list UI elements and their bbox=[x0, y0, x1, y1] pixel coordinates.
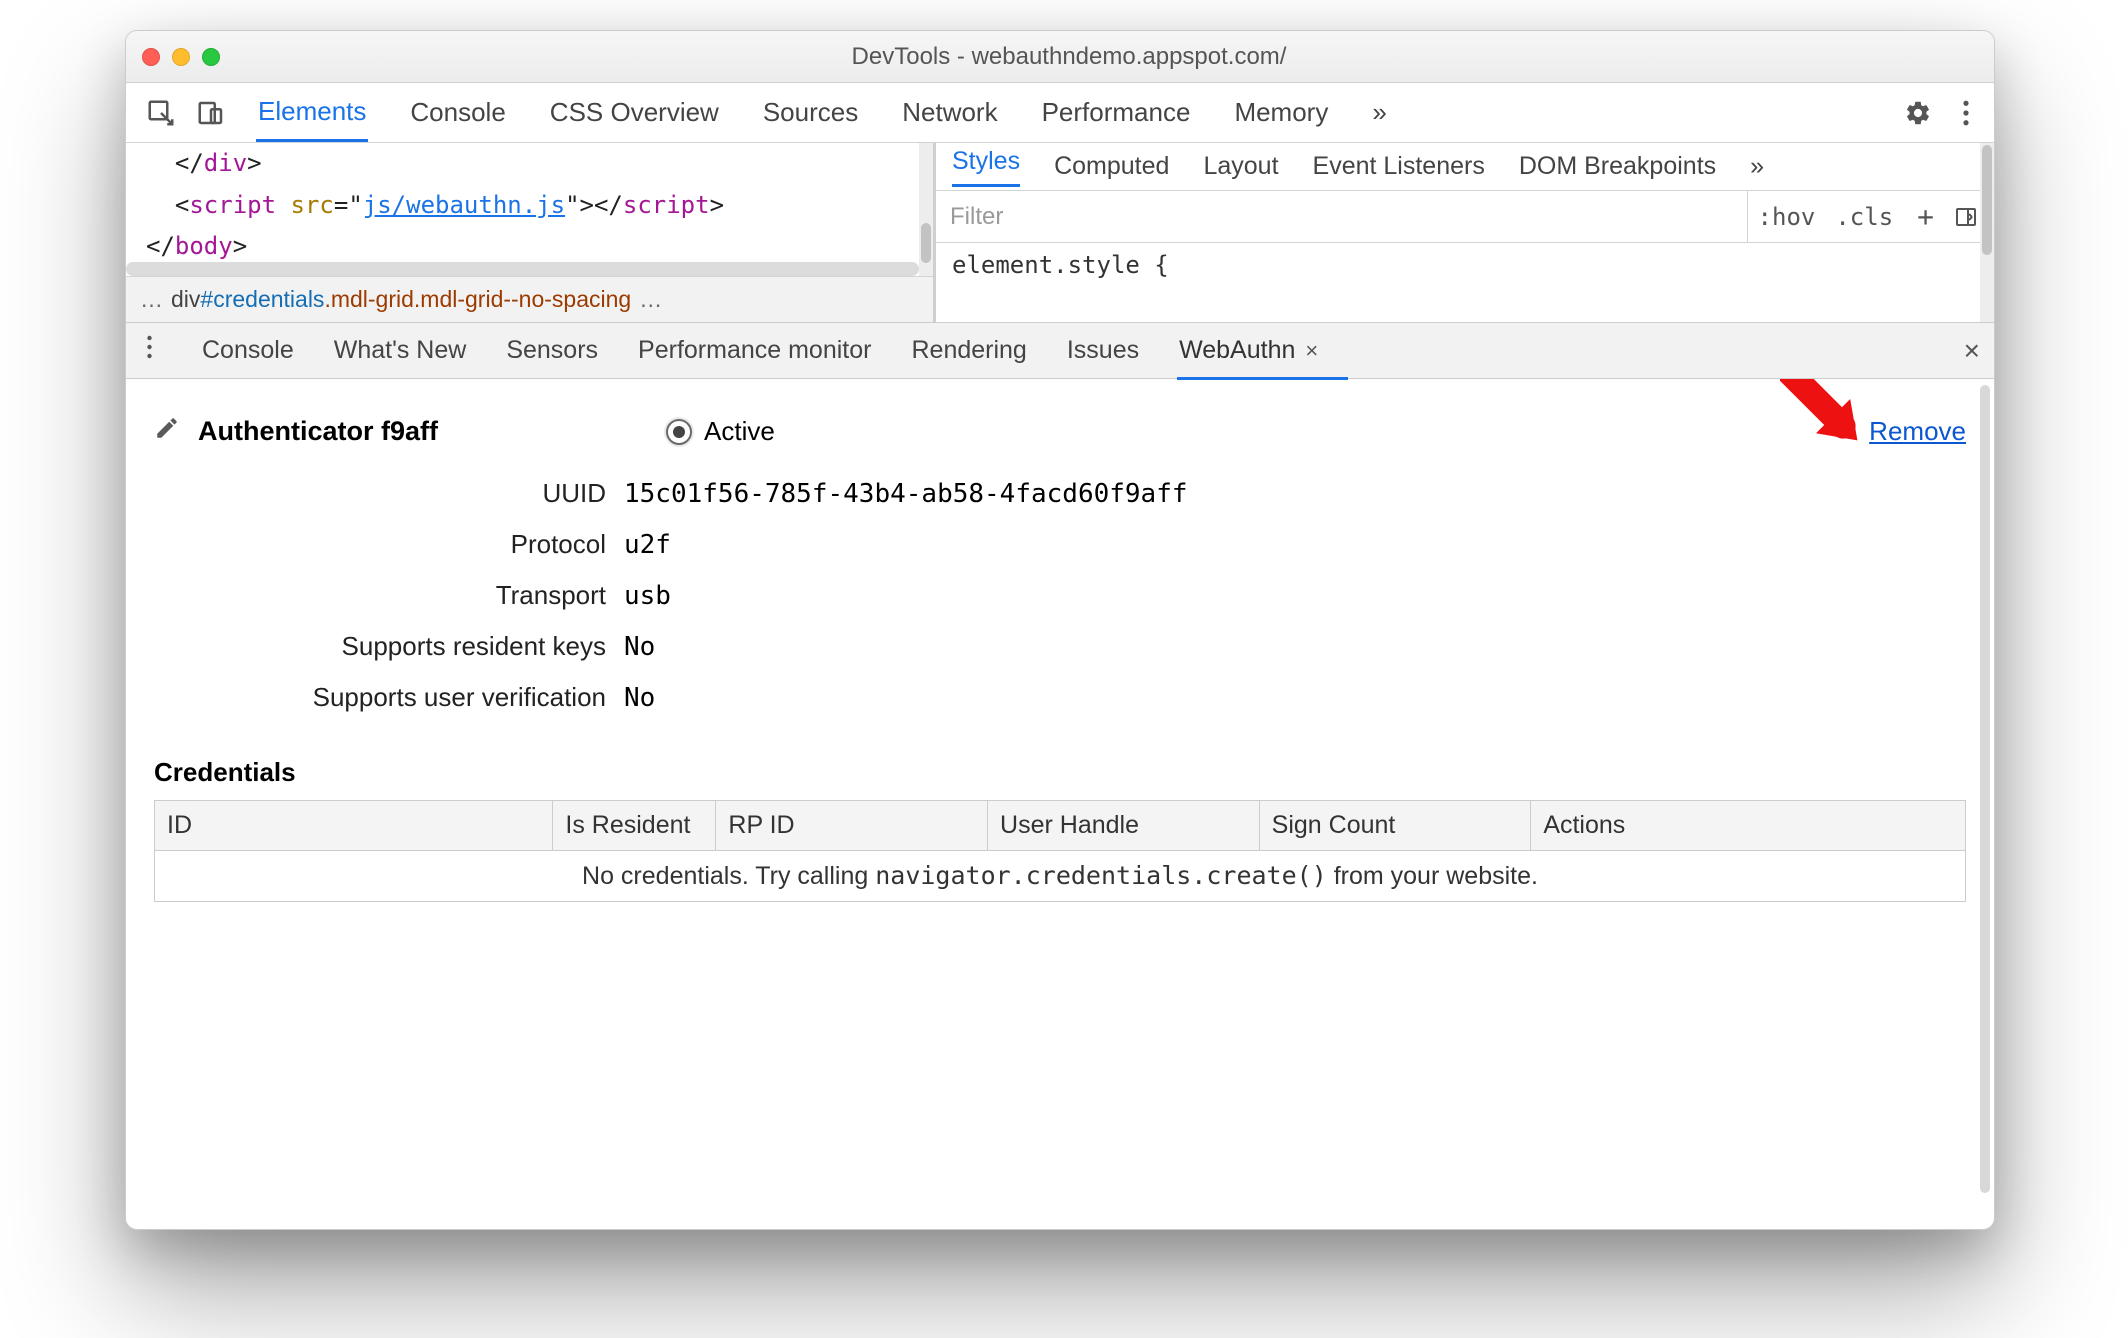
credentials-empty-row: No credentials. Try calling navigator.cr… bbox=[155, 851, 1966, 902]
close-drawer-icon[interactable]: × bbox=[1964, 335, 1980, 367]
styles-filter-input[interactable] bbox=[936, 191, 1748, 242]
window-title: DevTools - webauthndemo.appspot.com/ bbox=[220, 43, 1918, 71]
authenticator-title: Authenticator f9aff bbox=[198, 416, 438, 447]
tab-performance[interactable]: Performance bbox=[1040, 85, 1193, 140]
computed-sidebar-toggle-icon[interactable] bbox=[1948, 203, 1984, 231]
prop-value-protocol: u2f bbox=[624, 530, 1966, 560]
elements-panel: </div> <script src="js/webauthn.js"></sc… bbox=[126, 143, 1994, 323]
breadcrumb-overflow-right[interactable]: … bbox=[631, 286, 670, 313]
col-actions: Actions bbox=[1531, 801, 1966, 851]
code-line: </div> bbox=[126, 143, 933, 185]
empty-text-prefix: No credentials. Try calling bbox=[582, 862, 875, 890]
empty-text-suffix: from your website. bbox=[1327, 862, 1538, 890]
radio-icon bbox=[666, 419, 692, 445]
element-style-rule[interactable]: element.style { bbox=[936, 243, 1994, 287]
prop-value-rk: No bbox=[624, 632, 1966, 662]
prop-label-rk: Supports resident keys bbox=[154, 631, 624, 662]
webauthn-panel: Authenticator f9aff Active Remove UUID 1… bbox=[126, 379, 1994, 1229]
tabs-overflow-icon[interactable]: » bbox=[1370, 85, 1388, 140]
drawer-tab-webauthn-label: WebAuthn bbox=[1179, 336, 1295, 364]
main-tabs: Elements Console CSS Overview Sources Ne… bbox=[256, 84, 1389, 142]
vertical-scrollbar[interactable] bbox=[919, 143, 933, 276]
col-rp-id: RP ID bbox=[716, 801, 988, 851]
styles-tab-dom-breakpoints[interactable]: DOM Breakpoints bbox=[1519, 152, 1716, 181]
window-titlebar: DevTools - webauthndemo.appspot.com/ bbox=[126, 31, 1994, 83]
empty-text-code: navigator.credentials.create() bbox=[875, 861, 1327, 890]
styles-filter-row: :hov .cls + bbox=[936, 191, 1994, 243]
tab-sources[interactable]: Sources bbox=[761, 85, 860, 140]
col-id: ID bbox=[155, 801, 553, 851]
active-label: Active bbox=[704, 416, 775, 447]
inspect-element-icon[interactable] bbox=[136, 93, 186, 133]
code-line: <script src="js/webauthn.js"></script> bbox=[126, 185, 933, 227]
active-radio[interactable]: Active bbox=[666, 416, 775, 447]
zoom-window-button[interactable] bbox=[202, 48, 220, 66]
drawer-more-icon[interactable] bbox=[136, 335, 162, 366]
drawer-tab-sensors[interactable]: Sensors bbox=[506, 324, 598, 377]
prop-value-uv: No bbox=[624, 683, 1966, 713]
drawer-tabbar: Console What's New Sensors Performance m… bbox=[126, 323, 1994, 379]
styles-tabs: Styles Computed Layout Event Listeners D… bbox=[936, 143, 1994, 191]
tab-network[interactable]: Network bbox=[900, 85, 999, 140]
drawer-tab-whats-new[interactable]: What's New bbox=[334, 324, 467, 377]
breadcrumb-overflow-left[interactable]: … bbox=[132, 286, 171, 313]
styles-tab-layout[interactable]: Layout bbox=[1203, 152, 1278, 181]
tab-css-overview[interactable]: CSS Overview bbox=[548, 85, 721, 140]
prop-value-uuid: 15c01f56-785f-43b4-ab58-4facd60f9aff bbox=[624, 479, 1966, 509]
col-sign-count: Sign Count bbox=[1259, 801, 1531, 851]
cls-toggle[interactable]: .cls bbox=[1825, 203, 1903, 231]
prop-label-uv: Supports user verification bbox=[154, 682, 624, 713]
minimize-window-button[interactable] bbox=[172, 48, 190, 66]
vertical-scrollbar[interactable] bbox=[1980, 143, 1994, 322]
more-options-icon[interactable] bbox=[1948, 95, 1984, 131]
remove-authenticator-link[interactable]: Remove bbox=[1869, 416, 1966, 447]
horizontal-scrollbar[interactable] bbox=[126, 262, 919, 276]
credentials-heading: Credentials bbox=[154, 757, 1966, 788]
tab-elements[interactable]: Elements bbox=[256, 84, 368, 142]
credentials-section: Credentials ID Is Resident RP ID User Ha… bbox=[154, 757, 1966, 902]
hov-toggle[interactable]: :hov bbox=[1748, 203, 1826, 231]
traffic-lights bbox=[142, 48, 220, 66]
authenticator-header: Authenticator f9aff Active Remove bbox=[154, 415, 1966, 448]
edit-pencil-icon[interactable] bbox=[154, 415, 180, 448]
device-toolbar-icon[interactable] bbox=[186, 93, 236, 133]
breadcrumb-current[interactable]: div#credentials.mdl-grid.mdl-grid--no-sp… bbox=[171, 286, 631, 313]
styles-tabs-overflow-icon[interactable]: » bbox=[1750, 152, 1764, 181]
col-user-handle: User Handle bbox=[988, 801, 1260, 851]
prop-label-protocol: Protocol bbox=[154, 529, 624, 560]
breadcrumb[interactable]: … div#credentials.mdl-grid.mdl-grid--no-… bbox=[126, 276, 933, 322]
styles-tab-computed[interactable]: Computed bbox=[1054, 152, 1169, 181]
prop-value-transport: usb bbox=[624, 581, 1966, 611]
prop-label-uuid: UUID bbox=[154, 478, 624, 509]
drawer-tab-performance-monitor[interactable]: Performance monitor bbox=[638, 324, 871, 377]
styles-tab-event-listeners[interactable]: Event Listeners bbox=[1313, 152, 1485, 181]
styles-panel: Styles Computed Layout Event Listeners D… bbox=[936, 143, 1994, 322]
close-window-button[interactable] bbox=[142, 48, 160, 66]
styles-tab-styles[interactable]: Styles bbox=[952, 147, 1020, 187]
dom-tree[interactable]: </div> <script src="js/webauthn.js"></sc… bbox=[126, 143, 936, 322]
drawer-tab-rendering[interactable]: Rendering bbox=[911, 324, 1026, 377]
main-tabbar: Elements Console CSS Overview Sources Ne… bbox=[126, 83, 1994, 143]
vertical-scrollbar[interactable] bbox=[1978, 383, 1992, 1225]
authenticator-properties: UUID 15c01f56-785f-43b4-ab58-4facd60f9af… bbox=[154, 478, 1966, 713]
prop-label-transport: Transport bbox=[154, 580, 624, 611]
close-tab-icon[interactable]: × bbox=[1305, 338, 1318, 363]
drawer-tab-console[interactable]: Console bbox=[202, 324, 294, 377]
drawer-tab-webauthn[interactable]: WebAuthn × bbox=[1179, 324, 1318, 377]
settings-gear-icon[interactable] bbox=[1900, 95, 1936, 131]
tab-console[interactable]: Console bbox=[408, 85, 507, 140]
new-style-rule-button[interactable]: + bbox=[1903, 200, 1948, 233]
col-is-resident: Is Resident bbox=[553, 801, 716, 851]
credentials-table: ID Is Resident RP ID User Handle Sign Co… bbox=[154, 800, 1966, 902]
tab-memory[interactable]: Memory bbox=[1232, 85, 1330, 140]
drawer-tab-issues[interactable]: Issues bbox=[1067, 324, 1139, 377]
devtools-window: DevTools - webauthndemo.appspot.com/ Ele… bbox=[125, 30, 1995, 1230]
